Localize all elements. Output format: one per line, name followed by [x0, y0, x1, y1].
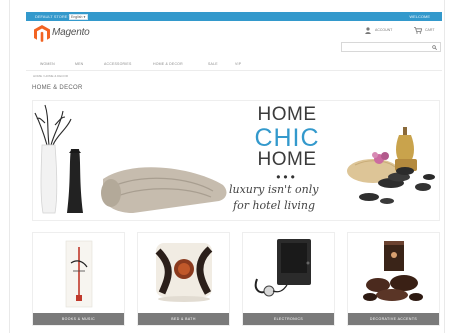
user-icon	[365, 27, 371, 34]
category-label-books-music[interactable]: BOOKS & MUSIC	[33, 313, 124, 325]
banner-decor-right-image	[347, 127, 435, 204]
nav-item-vip[interactable]: VIP	[235, 62, 241, 67]
page-frame-left	[0, 0, 10, 333]
banner-decor-left-image	[34, 104, 227, 214]
books-music-image	[65, 240, 93, 308]
banner-headline-1: HOME	[257, 104, 317, 125]
search-input[interactable]	[341, 42, 441, 52]
category-label-decorative-accents[interactable]: DECORATIVE ACCENTS	[348, 313, 439, 325]
nav-item-accessories[interactable]: ACCESSORIES	[104, 62, 132, 67]
page-frame-right	[444, 0, 453, 333]
nav-divider	[26, 70, 442, 71]
banner-dots: •••	[276, 170, 298, 184]
welcome-message: WELCOME	[409, 14, 430, 19]
search-icon[interactable]	[432, 45, 437, 50]
banner-headline-3: HOME	[257, 149, 317, 170]
cart-label: CART	[425, 28, 435, 32]
category-label-bed-bath[interactable]: BED & BATH	[138, 313, 229, 325]
promo-banner[interactable]: HOME CHIC HOME ••• luxury isn't only for…	[32, 100, 440, 221]
header-top-bar: DEFAULT STORE VIEW English ▼ WELCOME	[26, 12, 442, 21]
banner-headline-2: CHIC	[254, 124, 320, 152]
cart-icon	[414, 27, 422, 34]
electronics-image	[254, 239, 311, 297]
category-tile-bed-bath[interactable]: BED & BATH	[137, 232, 230, 326]
language-select[interactable]: English ▼	[69, 13, 88, 20]
category-tile-books-music[interactable]: BOOKS & MUSIC	[32, 232, 125, 326]
language-value: English	[71, 14, 83, 19]
nav-item-home-decor[interactable]: HOME & DECOR	[153, 62, 183, 67]
decorative-accents-image	[363, 241, 423, 301]
nav-item-sale[interactable]: SALE	[208, 62, 218, 67]
nav-item-men[interactable]: MEN	[75, 62, 83, 67]
nav-item-women[interactable]: WOMEN	[40, 62, 55, 67]
chevron-down-icon: ▼	[83, 14, 86, 19]
store-logo[interactable]: Magento	[34, 25, 114, 43]
breadcrumb: HOME / HOME & DECOR	[33, 74, 69, 78]
logo-text: Magento	[52, 27, 90, 38]
magento-logo-icon	[34, 25, 50, 42]
page-title: HOME & DECOR	[32, 85, 83, 91]
category-tile-electronics[interactable]: ELECTRONICS	[242, 232, 335, 326]
category-label-electronics[interactable]: ELECTRONICS	[243, 313, 334, 325]
bed-bath-image	[155, 243, 213, 302]
account-label: ACCOUNT	[375, 28, 393, 32]
category-tile-decorative-accents[interactable]: DECORATIVE ACCENTS	[347, 232, 440, 326]
